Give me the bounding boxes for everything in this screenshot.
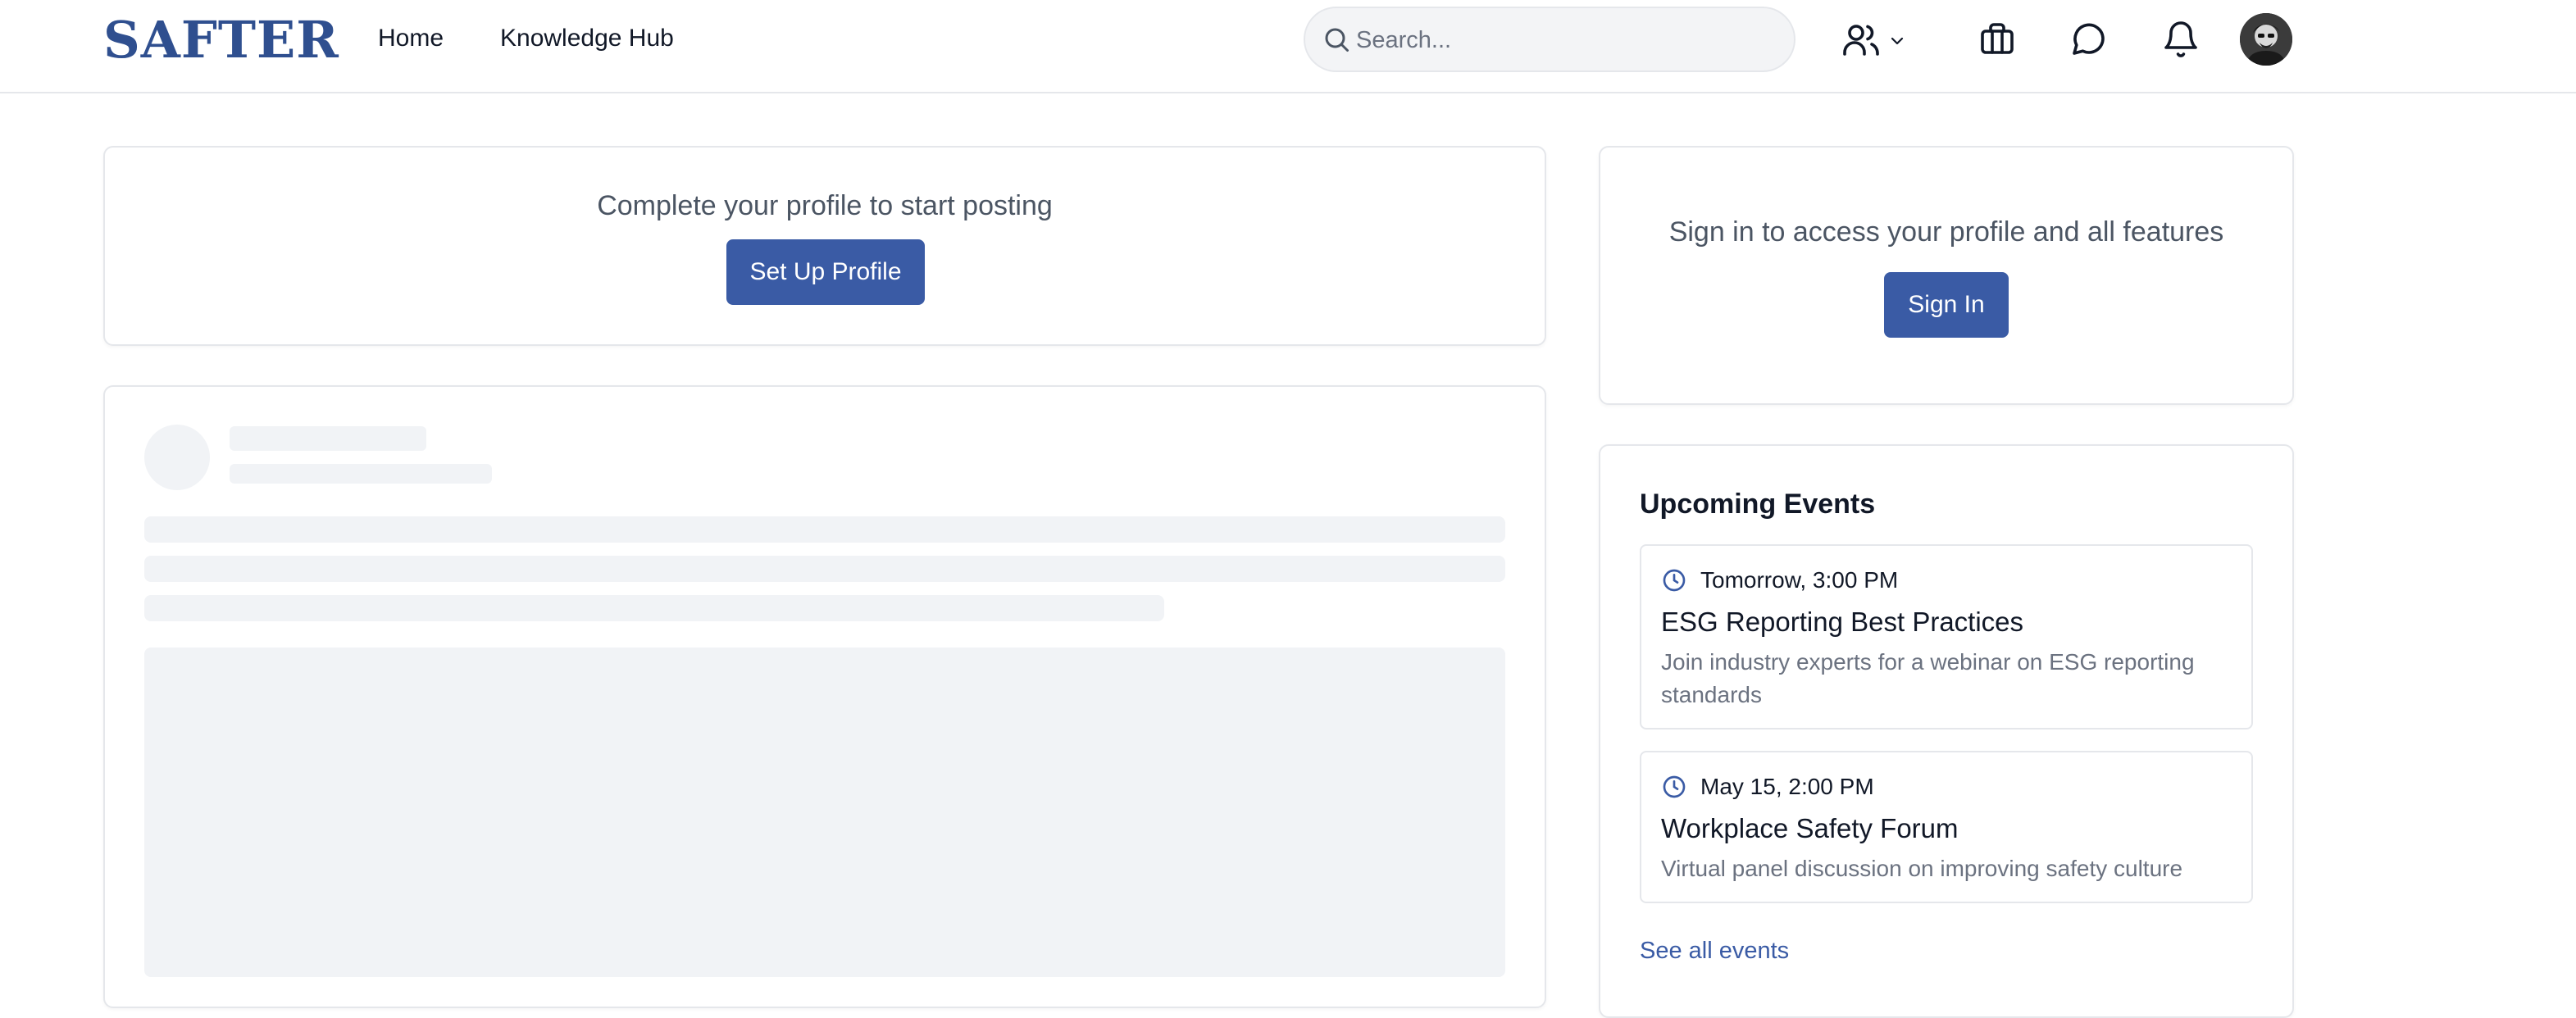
skeleton-text-line: [144, 516, 1505, 543]
event-title: ESG Reporting Best Practices: [1661, 607, 2024, 637]
skeleton-avatar: [144, 425, 210, 490]
skeleton-name-line: [230, 426, 426, 451]
event-time: May 15, 2:00 PM: [1700, 774, 1874, 799]
event-item[interactable]: May 15, 2:00 PM Workplace Safety Forum V…: [1640, 751, 2253, 903]
sign-in-message: Sign in to access your profile and all f…: [1668, 216, 2224, 248]
event-description: Virtual panel discussion on improving sa…: [1661, 856, 2183, 881]
bell-icon: [2164, 21, 2197, 57]
skeleton-text-line: [144, 556, 1505, 582]
nav-knowledge-hub-link[interactable]: Knowledge Hub: [500, 25, 674, 52]
set-up-profile-button[interactable]: Set Up Profile: [726, 239, 925, 305]
search-bar[interactable]: [1304, 7, 1795, 72]
complete-profile-message: Complete your profile to start posting: [597, 190, 1053, 221]
clock-icon: [1663, 569, 1686, 592]
network-menu-button[interactable]: [1841, 20, 1881, 59]
chevron-down-icon[interactable]: [1887, 31, 1907, 51]
chat-icon: [2073, 23, 2105, 55]
clock-icon: [1663, 775, 1686, 798]
upcoming-events-card: Upcoming Events Tomorrow, 3:00 PM ESG Re…: [1599, 444, 2294, 1018]
search-input[interactable]: [1356, 21, 1774, 59]
search-icon: [1325, 28, 1349, 52]
brand-logo[interactable]: SAFTER: [103, 10, 339, 70]
briefcase-icon: [1981, 23, 2014, 54]
events-heading: Upcoming Events: [1640, 489, 1876, 520]
people-icon: [1843, 25, 1879, 56]
skeleton-text-line: [144, 595, 1164, 621]
event-description: Join industry experts for a webinar on E…: [1661, 649, 2195, 707]
jobs-button[interactable]: [1978, 20, 2017, 59]
feed-post-skeleton: [103, 385, 1546, 1008]
sign-in-button[interactable]: Sign In: [1884, 272, 2009, 338]
nav-home-link[interactable]: Home: [378, 25, 444, 52]
top-navbar: SAFTER Home Knowledge Hub: [0, 0, 2576, 93]
skeleton-media-block: [144, 648, 1505, 977]
complete-profile-card: Complete your profile to start posting S…: [103, 146, 1546, 346]
avatar[interactable]: [2240, 13, 2292, 66]
notifications-button[interactable]: [2161, 20, 2201, 59]
event-title: Workplace Safety Forum: [1661, 813, 1959, 843]
user-photo-icon: [2240, 13, 2292, 66]
event-item[interactable]: Tomorrow, 3:00 PM ESG Reporting Best Pra…: [1640, 544, 2253, 729]
messages-button[interactable]: [2069, 20, 2109, 59]
skeleton-meta-line: [230, 464, 492, 484]
event-time: Tomorrow, 3:00 PM: [1700, 567, 1899, 593]
sign-in-card: Sign in to access your profile and all f…: [1599, 146, 2294, 405]
see-all-events-link[interactable]: See all events: [1640, 938, 1789, 965]
